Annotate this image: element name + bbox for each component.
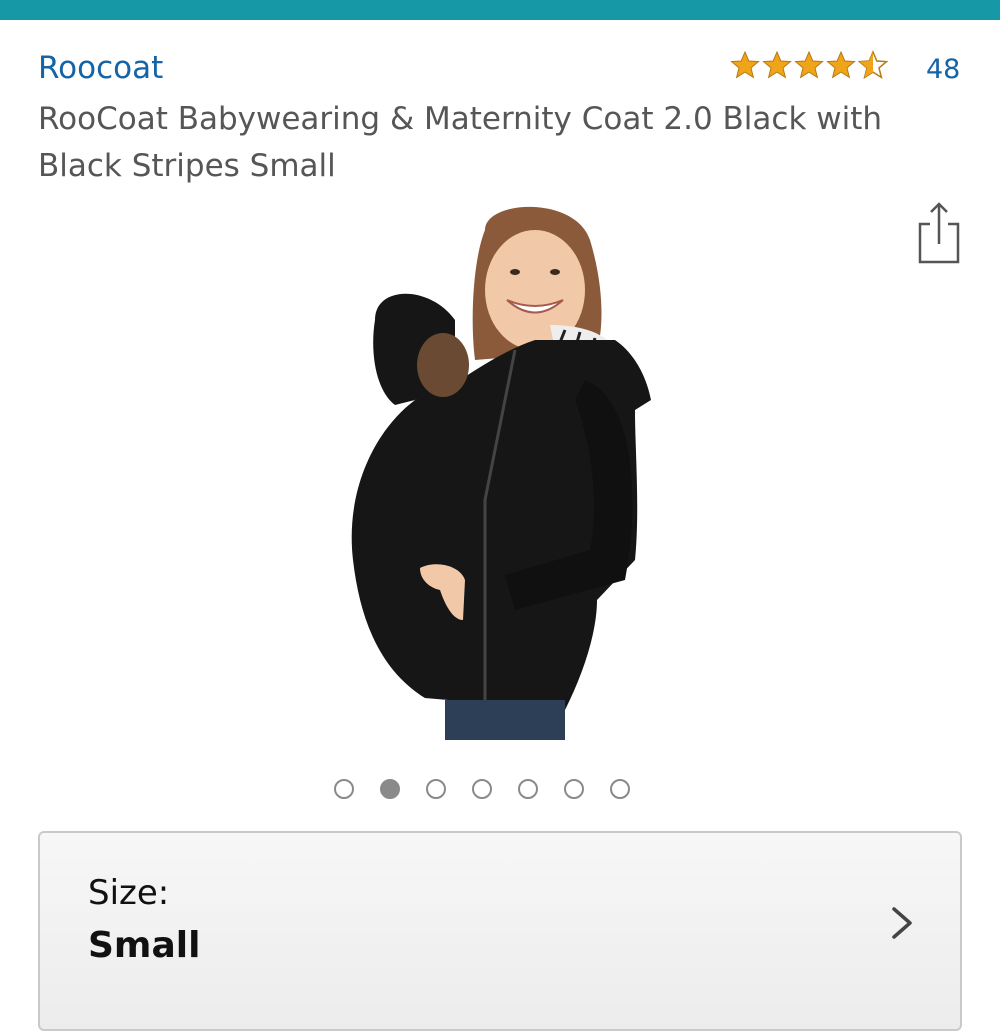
- pager-dot-active[interactable]: [380, 779, 400, 799]
- size-selector[interactable]: Size: Small: [38, 831, 962, 1031]
- pager-dot[interactable]: [610, 779, 630, 799]
- pager-dot[interactable]: [472, 779, 492, 799]
- star-icon: [794, 50, 824, 79]
- star-icon: [826, 50, 856, 79]
- brand-link[interactable]: Roocoat: [38, 48, 163, 88]
- review-count[interactable]: 48: [926, 54, 960, 85]
- star-icon: [762, 50, 792, 79]
- pager-dot[interactable]: [518, 779, 538, 799]
- pager-dot[interactable]: [564, 779, 584, 799]
- star-half-icon: [858, 50, 888, 80]
- chevron-right-icon: [892, 907, 912, 939]
- pager-dot[interactable]: [426, 779, 446, 799]
- top-banner: [0, 0, 1000, 20]
- image-pager[interactable]: [334, 779, 630, 799]
- rating-stars[interactable]: [730, 50, 888, 84]
- share-icon[interactable]: [916, 200, 962, 264]
- size-value: Small: [88, 925, 201, 966]
- star-icon: [730, 50, 760, 79]
- size-label: Size:: [88, 873, 170, 913]
- product-title: RooCoat Babywearing & Maternity Coat 2.0…: [38, 101, 883, 184]
- pager-dot[interactable]: [334, 779, 354, 799]
- product-image[interactable]: [335, 200, 665, 740]
